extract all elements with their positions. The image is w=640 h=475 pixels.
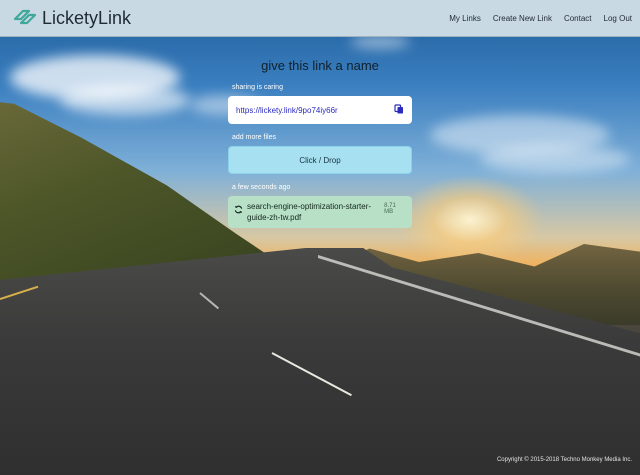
nav-menu: My Links Create New Link Contact Log Out	[449, 14, 632, 23]
file-drop-button[interactable]: Click / Drop	[228, 146, 412, 174]
nav-create-new-link[interactable]: Create New Link	[493, 14, 552, 23]
add-files-label: add more files	[232, 134, 276, 141]
upload-time-label: a few seconds ago	[232, 184, 291, 191]
brand[interactable]: LicketyLink	[12, 5, 131, 32]
cloud	[60, 85, 190, 115]
share-label: sharing is caring	[232, 84, 283, 91]
share-link-url[interactable]: https://lickety.link/9po74iy66r	[236, 106, 338, 115]
file-size: 8.71 MB	[384, 203, 396, 215]
link-logo-icon	[12, 5, 38, 32]
top-nav-bar: LicketyLink My Links Create New Link Con…	[0, 0, 640, 37]
footer-copyright: Copyright © 2015-2018 Techno Monkey Medi…	[496, 457, 632, 463]
cloud	[480, 145, 630, 173]
uploaded-file-card[interactable]: search-engine-optimization-starter-guide…	[228, 196, 412, 228]
nav-my-links[interactable]: My Links	[449, 14, 481, 23]
sun-glow	[395, 175, 545, 265]
copy-icon[interactable]	[394, 101, 404, 119]
share-link-box[interactable]: https://lickety.link/9po74iy66r	[228, 96, 412, 124]
nav-log-out[interactable]: Log Out	[604, 14, 632, 23]
page: LicketyLink My Links Create New Link Con…	[0, 0, 640, 475]
link-name-title[interactable]: give this link a name	[0, 58, 640, 73]
file-name: search-engine-optimization-starter-guide…	[247, 202, 372, 222]
brand-name: LicketyLink	[42, 7, 132, 28]
nav-contact[interactable]: Contact	[564, 14, 592, 23]
cloud	[350, 35, 410, 49]
sync-icon	[234, 201, 243, 219]
